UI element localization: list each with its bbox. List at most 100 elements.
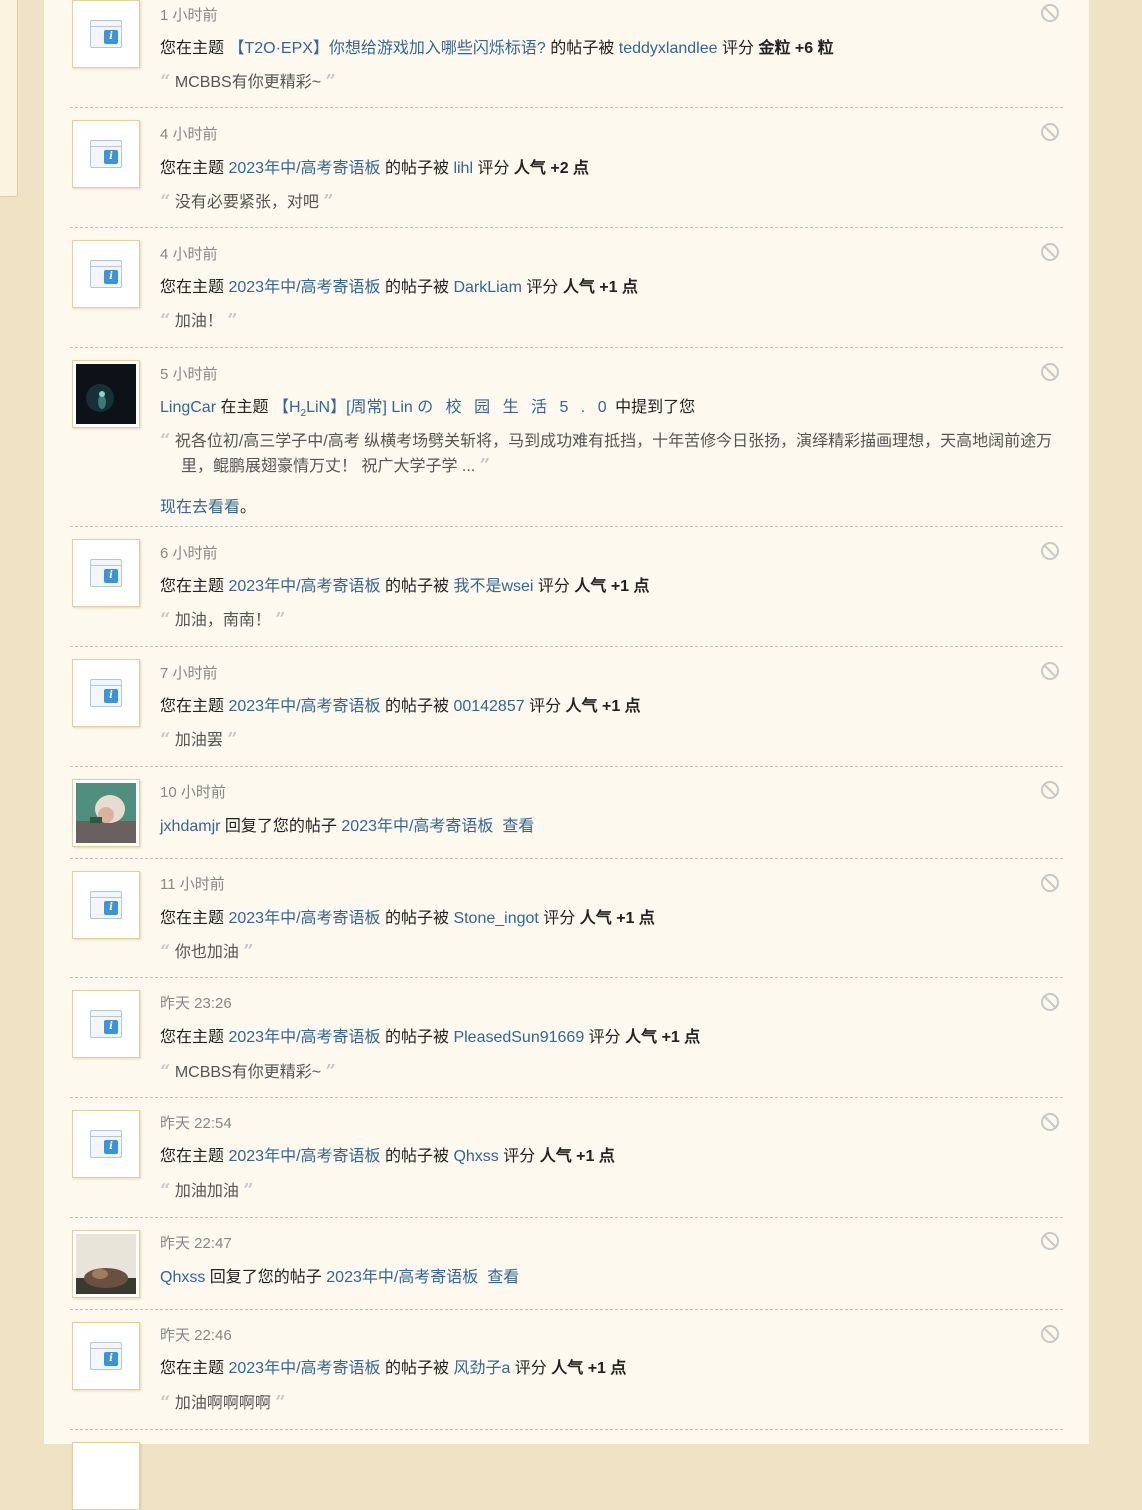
thread-title-part: 【H bbox=[272, 399, 301, 416]
thread-link[interactable]: 【H2LiN】[周常] Lin の 校 园 生 活 5 . 0 bbox=[272, 399, 611, 419]
notice-time: 昨天 22:47 bbox=[160, 1235, 232, 1252]
list-item: 5 小时前 LingCar 在主题 【H2LiN】[周常] Lin の 校 园 … bbox=[70, 348, 1063, 527]
notice-time: 1 小时前 bbox=[160, 7, 218, 24]
close-quote-icon: ” bbox=[323, 191, 334, 212]
user-link[interactable]: LingCar bbox=[160, 399, 216, 416]
ignore-icon[interactable] bbox=[1040, 122, 1060, 142]
go-see-link[interactable]: 现在去看看 bbox=[160, 499, 240, 516]
ignore-icon[interactable] bbox=[1040, 1112, 1060, 1132]
thread-link[interactable]: 2023年中/高考寄语板 bbox=[228, 1029, 380, 1046]
ignore-icon[interactable] bbox=[1040, 1231, 1060, 1251]
notice-text: LingCar 在主题 【H2LiN】[周常] Lin の 校 园 生 活 5 … bbox=[160, 393, 695, 419]
notice-icon: i bbox=[90, 891, 122, 919]
notice-action: 评分 bbox=[588, 1029, 621, 1046]
notice-prefix: 您在主题 bbox=[160, 40, 225, 57]
notice-mid: 的帖子被 bbox=[384, 160, 449, 177]
notice-suffix: 中提到了您 bbox=[615, 399, 696, 416]
thread-link[interactable]: 2023年中/高考寄语板 bbox=[228, 698, 380, 715]
open-quote-icon: “ bbox=[160, 1392, 171, 1413]
notice-quote: “ 祝各位初/高三学子中/高考 纵横考场劈关斩将，马到成功难有抵挡，十年苦修今日… bbox=[160, 429, 1065, 479]
ignore-icon[interactable] bbox=[1040, 242, 1060, 262]
thread-link[interactable]: 【T2O·EPX】你想给游戏加入哪些闪烁标语? bbox=[228, 40, 545, 57]
quote-text: 加油加油 bbox=[174, 1183, 239, 1200]
user-link[interactable]: Qhxss bbox=[160, 1269, 205, 1286]
notice-text: 您在主题 2023年中/高考寄语板 的帖子被 DarkLiam 评分 人气 +1… bbox=[160, 273, 638, 297]
rating-value: 人气 +1 点 bbox=[574, 578, 650, 595]
rating-value: 人气 +2 点 bbox=[513, 160, 590, 177]
ignore-icon[interactable] bbox=[1040, 541, 1060, 561]
thread-link[interactable]: 2023年中/高考寄语板 bbox=[228, 910, 380, 927]
left-sidebar-panel bbox=[0, 0, 18, 197]
thread-link[interactable]: 2023年中/高考寄语板 bbox=[228, 578, 380, 595]
user-link[interactable]: Qhxss bbox=[453, 1148, 498, 1165]
notice-mid: 的帖子被 bbox=[384, 698, 449, 715]
notice-time: 7 小时前 bbox=[160, 665, 218, 682]
notice-text: jxhdamjr 回复了您的帖子 2023年中/高考寄语板 查看 bbox=[160, 812, 534, 836]
notice-icon: i bbox=[90, 679, 122, 707]
rating-value: 人气 +1 点 bbox=[565, 698, 641, 715]
notice-action: 评分 bbox=[543, 910, 576, 927]
user-link[interactable]: PleasedSun91669 bbox=[453, 1029, 584, 1046]
system-notice-avatar: i bbox=[72, 0, 140, 68]
thread-link[interactable]: 2023年中/高考寄语板 bbox=[228, 160, 380, 177]
system-notice-avatar: i bbox=[72, 120, 140, 188]
system-notice-avatar: i bbox=[72, 871, 140, 939]
quote-text: 加油啊啊啊啊 bbox=[174, 1395, 271, 1412]
user-link[interactable]: 我不是wsei bbox=[453, 578, 533, 595]
user-link[interactable]: teddyxlandlee bbox=[619, 40, 718, 57]
view-link[interactable]: 查看 bbox=[487, 1269, 519, 1286]
ignore-icon[interactable] bbox=[1040, 873, 1060, 893]
notice-quote: “ 加油罢 ” bbox=[160, 728, 238, 753]
notice-action: 评分 bbox=[526, 279, 559, 296]
quote-text: 加油，南南！ bbox=[174, 612, 271, 629]
user-link[interactable]: Stone_ingot bbox=[453, 910, 538, 927]
notice-text: 您在主题 2023年中/高考寄语板 的帖子被 Qhxss 评分 人气 +1 点 bbox=[160, 1142, 615, 1166]
user-link[interactable]: jxhdamjr bbox=[160, 818, 220, 835]
thread-link[interactable]: 2023年中/高考寄语板 bbox=[326, 1269, 478, 1286]
thread-link[interactable]: 2023年中/高考寄语板 bbox=[341, 818, 493, 835]
notice-time: 昨天 22:54 bbox=[160, 1115, 232, 1132]
notice-text: 您在主题 2023年中/高考寄语板 的帖子被 00142857 评分 人气 +1… bbox=[160, 692, 641, 716]
notice-quote: “ 没有必要紧张，对吧 ” bbox=[160, 190, 334, 215]
view-link[interactable]: 查看 bbox=[502, 818, 534, 835]
notice-text: Qhxss 回复了您的帖子 2023年中/高考寄语板 查看 bbox=[160, 1263, 519, 1287]
thread-title-part: の 校 园 生 活 5 . 0 bbox=[417, 399, 611, 416]
thread-link[interactable]: 2023年中/高考寄语板 bbox=[228, 1148, 380, 1165]
ignore-icon[interactable] bbox=[1040, 780, 1060, 800]
list-item: i 昨天 22:46 您在主题 2023年中/高考寄语板 的帖子被 风劲子a 评… bbox=[70, 1310, 1063, 1430]
user-link[interactable]: 风劲子a bbox=[453, 1360, 510, 1377]
open-quote-icon: “ bbox=[160, 941, 171, 962]
notification-list: i 1 小时前 您在主题 【T2O·EPX】你想给游戏加入哪些闪烁标语? 的帖子… bbox=[44, 0, 1089, 1510]
quote-text: 你也加油 bbox=[174, 944, 239, 961]
list-item: i 6 小时前 您在主题 2023年中/高考寄语板 的帖子被 我不是wsei 评… bbox=[70, 527, 1063, 647]
user-link[interactable]: lihl bbox=[453, 160, 473, 177]
user-link[interactable]: DarkLiam bbox=[453, 279, 521, 296]
user-avatar-image bbox=[76, 364, 136, 424]
open-quote-icon: “ bbox=[160, 1180, 171, 1201]
thread-link[interactable]: 2023年中/高考寄语板 bbox=[228, 1360, 380, 1377]
ignore-icon[interactable] bbox=[1040, 362, 1060, 382]
notice-action: 评分 bbox=[503, 1148, 536, 1165]
notice-text: 您在主题 【T2O·EPX】你想给游戏加入哪些闪烁标语? 的帖子被 teddyx… bbox=[160, 34, 834, 58]
user-link[interactable]: 00142857 bbox=[453, 698, 524, 715]
quote-text: 加油罢 bbox=[174, 732, 223, 749]
ignore-icon[interactable] bbox=[1040, 1324, 1060, 1344]
open-quote-icon: “ bbox=[160, 430, 171, 451]
notice-text: 您在主题 2023年中/高考寄语板 的帖子被 我不是wsei 评分 人气 +1 … bbox=[160, 572, 650, 596]
avatar bbox=[72, 779, 140, 847]
system-notice-avatar bbox=[72, 1442, 140, 1510]
notice-quote: “ 你也加油 ” bbox=[160, 940, 254, 965]
thread-link[interactable]: 2023年中/高考寄语板 bbox=[228, 279, 380, 296]
ignore-icon[interactable] bbox=[1040, 661, 1060, 681]
notice-action: 评分 bbox=[514, 1360, 547, 1377]
ignore-icon[interactable] bbox=[1040, 992, 1060, 1012]
notice-text: 您在主题 2023年中/高考寄语板 的帖子被 PleasedSun91669 评… bbox=[160, 1023, 700, 1047]
close-quote-icon: ” bbox=[243, 941, 254, 962]
system-notice-avatar: i bbox=[72, 659, 140, 727]
notice-action: 评分 bbox=[477, 160, 510, 177]
ignore-icon[interactable] bbox=[1040, 3, 1060, 23]
notice-icon: i bbox=[90, 140, 122, 168]
open-quote-icon: “ bbox=[160, 191, 171, 212]
notice-mid: 的帖子被 bbox=[384, 578, 449, 595]
notice-quote: “ 加油，南南！ ” bbox=[160, 608, 286, 633]
